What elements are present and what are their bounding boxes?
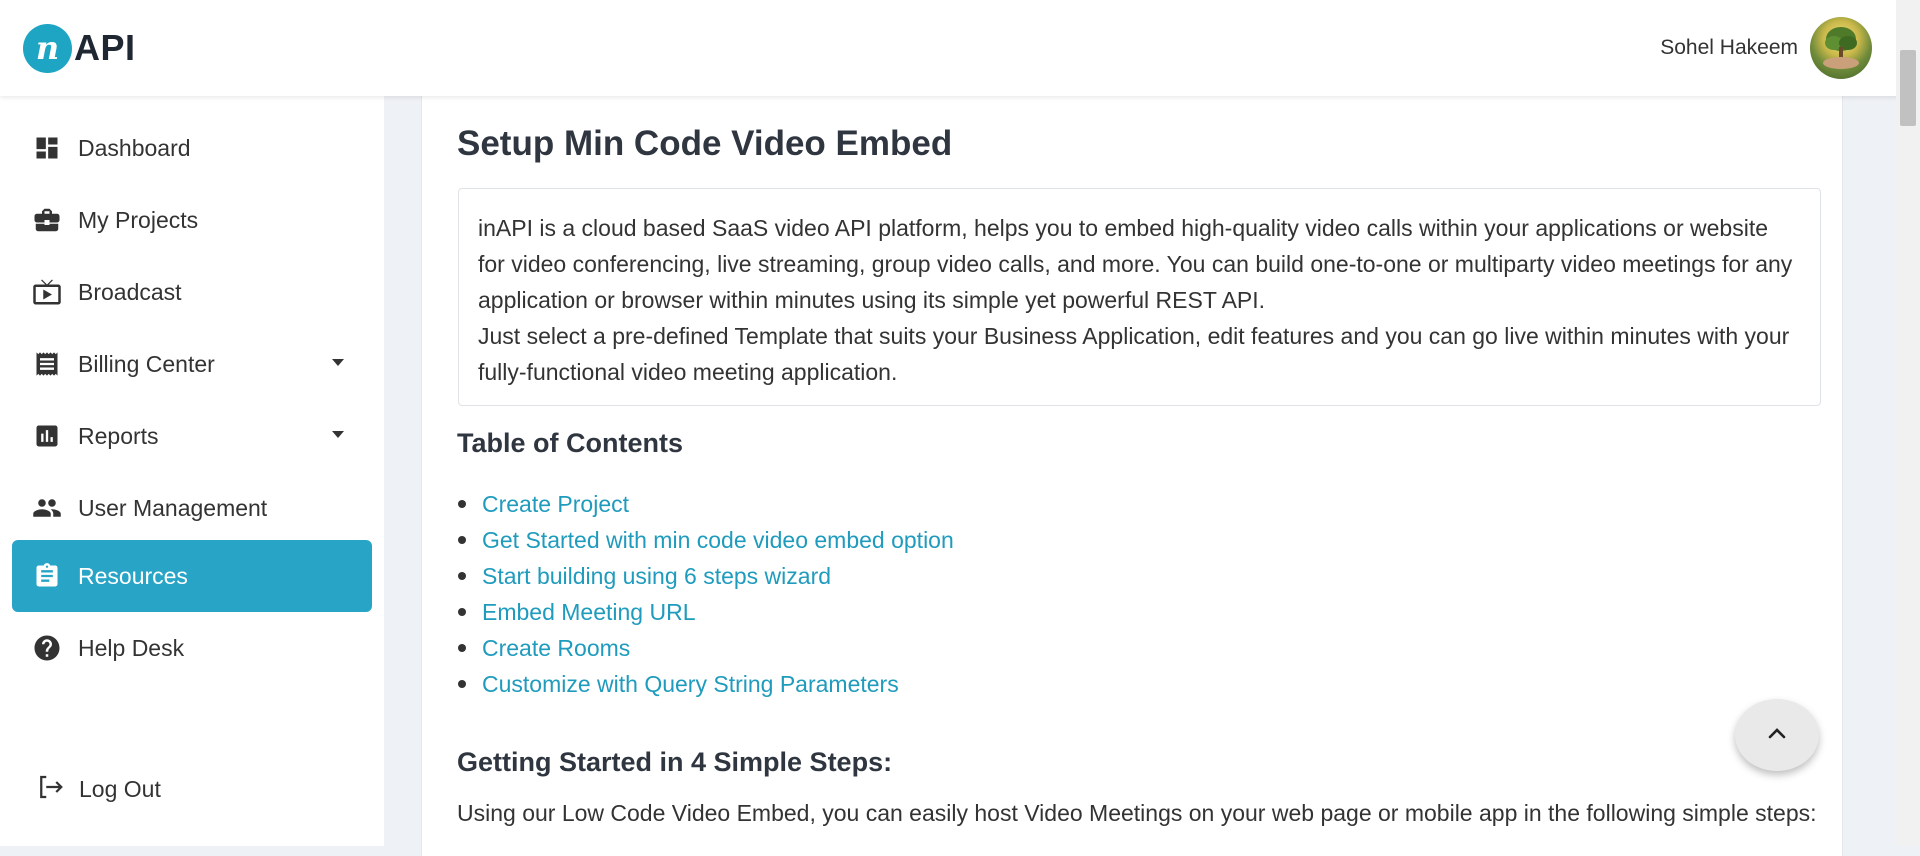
table-of-contents: Create Project Get Started with min code… <box>457 486 954 702</box>
bullet <box>458 500 466 508</box>
sidebar-item-resources[interactable]: Resources <box>12 540 372 612</box>
sidebar-item-user-management[interactable]: User Management <box>12 472 372 544</box>
page-scrollbar[interactable] <box>1896 0 1920 846</box>
chevron-down-icon[interactable] <box>332 431 344 438</box>
logo-badge: n <box>23 23 72 73</box>
logo-text: API <box>74 27 136 68</box>
sidebar-item-dashboard[interactable]: Dashboard <box>12 112 372 184</box>
list-item: Create Rooms <box>457 630 954 666</box>
list-item: Get Started with min code video embed op… <box>457 522 954 558</box>
toc-link-get-started[interactable]: Get Started with min code video embed op… <box>482 527 954 554</box>
toc-link-embed-meeting-url[interactable]: Embed Meeting URL <box>482 599 696 626</box>
sidebar-item-label: Dashboard <box>78 134 191 161</box>
list-item: Start building using 6 steps wizard <box>457 558 954 594</box>
sidebar-item-help-desk[interactable]: Help Desk <box>12 612 372 684</box>
dashboard-icon <box>31 132 63 164</box>
steps-text: Using our Low Code Video Embed, you can … <box>457 800 1817 826</box>
help-icon <box>31 632 63 664</box>
sidebar-item-label: Broadcast <box>78 278 182 305</box>
chevron-up-icon <box>1767 726 1787 745</box>
toc-link-create-project[interactable]: Create Project <box>482 491 629 518</box>
sidebar-item-broadcast[interactable]: Broadcast <box>12 256 372 328</box>
users-icon <box>31 492 63 524</box>
tv-icon <box>31 276 63 308</box>
bullet <box>458 644 466 652</box>
logout-button[interactable]: Log Out <box>35 772 161 807</box>
clipboard-icon <box>31 560 63 592</box>
sidebar-item-label: My Projects <box>78 206 199 233</box>
bullet <box>458 572 466 580</box>
bullet <box>458 680 466 688</box>
toc-link-query-string[interactable]: Customize with Query String Parameters <box>482 671 899 698</box>
logout-icon <box>35 772 65 807</box>
sidebar-item-label: Resources <box>78 562 188 589</box>
bullet <box>458 536 466 544</box>
sidebar-item-label: Help Desk <box>78 634 185 661</box>
receipt-icon <box>31 348 63 380</box>
list-item: Embed Meeting URL <box>457 594 954 630</box>
user-name: Sohel Hakeem <box>1660 36 1798 59</box>
briefcase-icon <box>31 204 63 236</box>
intro-paragraph: inAPI is a cloud based SaaS video API pl… <box>478 215 1793 313</box>
sidebar-item-label: User Management <box>78 494 268 521</box>
scrollbar-thumb[interactable] <box>1900 50 1916 126</box>
sidebar: Dashboard My Projects Broadcast Billing … <box>0 96 384 846</box>
steps-title: Getting Started in 4 Simple Steps: <box>457 747 893 777</box>
sidebar-item-reports[interactable]: Reports <box>12 400 372 472</box>
top-bar: n API Sohel Hakeem <box>0 0 1920 96</box>
avatar[interactable] <box>1810 17 1872 79</box>
user-menu[interactable]: Sohel Hakeem <box>1660 17 1872 79</box>
scroll-to-top-button[interactable] <box>1735 699 1819 771</box>
page-title: Setup Min Code Video Embed <box>457 124 953 163</box>
bar-chart-icon <box>31 420 63 452</box>
chevron-down-icon[interactable] <box>332 359 344 366</box>
intro-box: inAPI is a cloud based SaaS video API pl… <box>458 188 1821 406</box>
bullet <box>458 608 466 616</box>
intro-paragraph: Just select a pre-defined Template that … <box>478 323 1790 385</box>
logout-label: Log Out <box>79 776 161 802</box>
toc-link-wizard[interactable]: Start building using 6 steps wizard <box>482 563 831 590</box>
sidebar-item-my-projects[interactable]: My Projects <box>12 184 372 256</box>
sidebar-item-label: Reports <box>78 422 159 449</box>
inapi-logo[interactable]: n API <box>23 23 136 73</box>
list-item: Customize with Query String Parameters <box>457 666 954 702</box>
toc-link-create-rooms[interactable]: Create Rooms <box>482 635 630 662</box>
sidebar-item-label: Billing Center <box>78 350 215 377</box>
toc-title: Table of Contents <box>457 428 683 458</box>
sidebar-item-billing-center[interactable]: Billing Center <box>12 328 372 400</box>
list-item: Create Project <box>457 486 954 522</box>
